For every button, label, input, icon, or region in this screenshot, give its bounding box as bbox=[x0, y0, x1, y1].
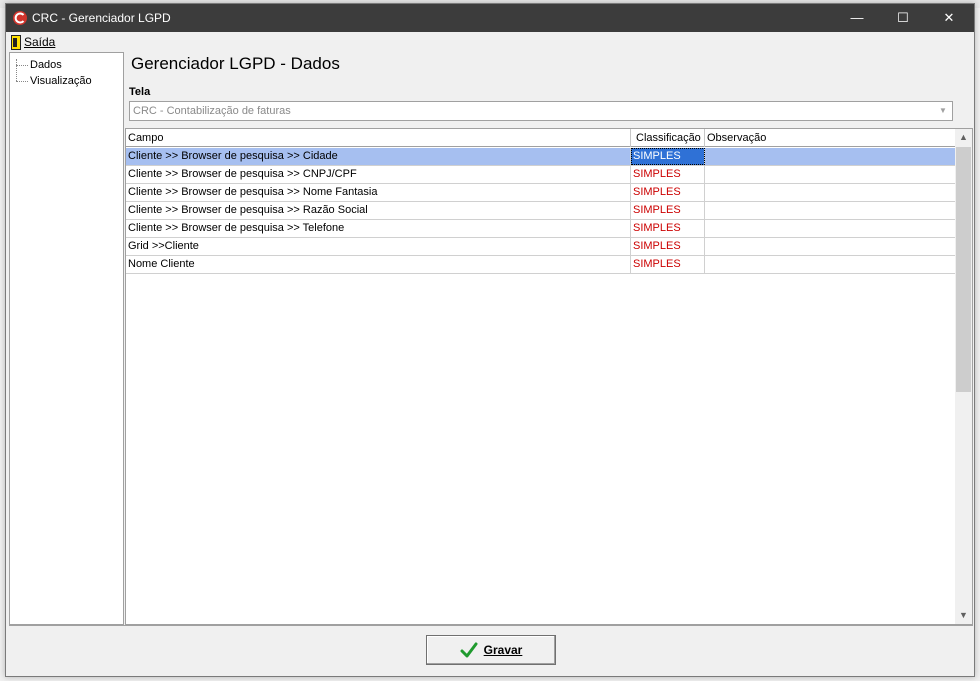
cell-classificacao[interactable]: SIMPLES bbox=[631, 238, 705, 255]
tela-select-value: CRC - Contabilização de faturas bbox=[133, 105, 291, 117]
maximize-button[interactable]: ☐ bbox=[880, 4, 926, 32]
scroll-thumb[interactable] bbox=[956, 147, 971, 392]
table-row[interactable]: Cliente >> Browser de pesquisa >> Cidade… bbox=[126, 148, 955, 166]
cell-campo[interactable]: Grid >>Cliente bbox=[126, 238, 631, 255]
tree-item-visualizacao[interactable]: Visualização bbox=[16, 74, 92, 88]
grid-header: Campo Classificação Observação bbox=[126, 129, 955, 147]
scroll-down-icon[interactable]: ▼ bbox=[955, 607, 972, 624]
cell-classificacao[interactable]: SIMPLES bbox=[631, 220, 705, 237]
page-title: Gerenciador LGPD - Dados bbox=[131, 54, 340, 73]
cell-observacao[interactable] bbox=[705, 220, 955, 237]
tree-item-label: Visualização bbox=[30, 75, 92, 87]
window-title: CRC - Gerenciador LGPD bbox=[32, 11, 171, 25]
cell-campo[interactable]: Cliente >> Browser de pesquisa >> Nome F… bbox=[126, 184, 631, 201]
cell-observacao[interactable] bbox=[705, 202, 955, 219]
table-row[interactable]: Cliente >> Browser de pesquisa >> Telefo… bbox=[126, 220, 955, 238]
menu-bar: Saída bbox=[6, 32, 974, 52]
tela-select[interactable]: CRC - Contabilização de faturas ▼ bbox=[129, 101, 953, 121]
cell-classificacao[interactable]: SIMPLES bbox=[631, 202, 705, 219]
scroll-up-icon[interactable]: ▲ bbox=[955, 129, 972, 146]
minimize-button[interactable]: — bbox=[834, 4, 880, 32]
table-row[interactable]: Cliente >> Browser de pesquisa >> CNPJ/C… bbox=[126, 166, 955, 184]
tree-branch-line bbox=[16, 80, 28, 82]
cell-observacao[interactable] bbox=[705, 184, 955, 201]
crc-logo-icon bbox=[13, 11, 27, 25]
save-button-label: Gravar bbox=[483, 643, 523, 657]
footer-bar: Gravar bbox=[9, 625, 973, 676]
column-header-campo[interactable]: Campo bbox=[126, 129, 631, 147]
tela-label: Tela bbox=[129, 86, 151, 98]
close-button[interactable]: ✕ bbox=[926, 4, 972, 32]
tree-item-label: Dados bbox=[30, 59, 62, 71]
table-row[interactable]: Cliente >> Browser de pesquisa >> Nome F… bbox=[126, 184, 955, 202]
cell-campo[interactable]: Cliente >> Browser de pesquisa >> Telefo… bbox=[126, 220, 631, 237]
navigation-tree: Dados Visualização bbox=[9, 52, 124, 625]
table-row[interactable]: Grid >>Cliente SIMPLES bbox=[126, 238, 955, 256]
table-row[interactable]: Nome Cliente SIMPLES bbox=[126, 256, 955, 274]
save-button[interactable]: Gravar bbox=[426, 635, 556, 665]
door-exit-icon bbox=[11, 34, 21, 50]
cell-campo[interactable]: Cliente >> Browser de pesquisa >> Cidade bbox=[126, 148, 631, 165]
menu-exit[interactable]: Saída bbox=[11, 34, 55, 50]
tree-branch-line bbox=[16, 64, 28, 66]
column-header-observacao[interactable]: Observação bbox=[705, 129, 955, 147]
cell-classificacao[interactable]: SIMPLES bbox=[631, 166, 705, 183]
checkmark-icon bbox=[460, 642, 478, 658]
cell-observacao[interactable] bbox=[705, 148, 955, 165]
cell-campo[interactable]: Nome Cliente bbox=[126, 256, 631, 273]
tree-item-dados[interactable]: Dados bbox=[16, 58, 62, 72]
cell-campo[interactable]: Cliente >> Browser de pesquisa >> CNPJ/C… bbox=[126, 166, 631, 183]
cell-observacao[interactable] bbox=[705, 238, 955, 255]
column-header-classificacao[interactable]: Classificação bbox=[631, 129, 705, 147]
data-grid: Campo Classificação Observação Cliente >… bbox=[125, 128, 973, 625]
chevron-down-icon[interactable]: ▼ bbox=[935, 103, 951, 119]
cell-observacao[interactable] bbox=[705, 166, 955, 183]
cell-classificacao[interactable]: SIMPLES bbox=[631, 148, 705, 165]
menu-exit-label: Saída bbox=[24, 35, 56, 49]
cell-classificacao[interactable]: SIMPLES bbox=[631, 184, 705, 201]
vertical-scrollbar[interactable]: ▲ ▼ bbox=[955, 129, 972, 624]
table-row[interactable]: Cliente >> Browser de pesquisa >> Razão … bbox=[126, 202, 955, 220]
cell-campo[interactable]: Cliente >> Browser de pesquisa >> Razão … bbox=[126, 202, 631, 219]
cell-classificacao[interactable]: SIMPLES bbox=[631, 256, 705, 273]
app-window: CRC - Gerenciador LGPD — ☐ ✕ Saída Dados… bbox=[5, 3, 975, 677]
main-panel: Gerenciador LGPD - Dados Tela CRC - Cont… bbox=[124, 52, 974, 625]
cell-observacao[interactable] bbox=[705, 256, 955, 273]
title-bar[interactable]: CRC - Gerenciador LGPD — ☐ ✕ bbox=[6, 4, 974, 32]
